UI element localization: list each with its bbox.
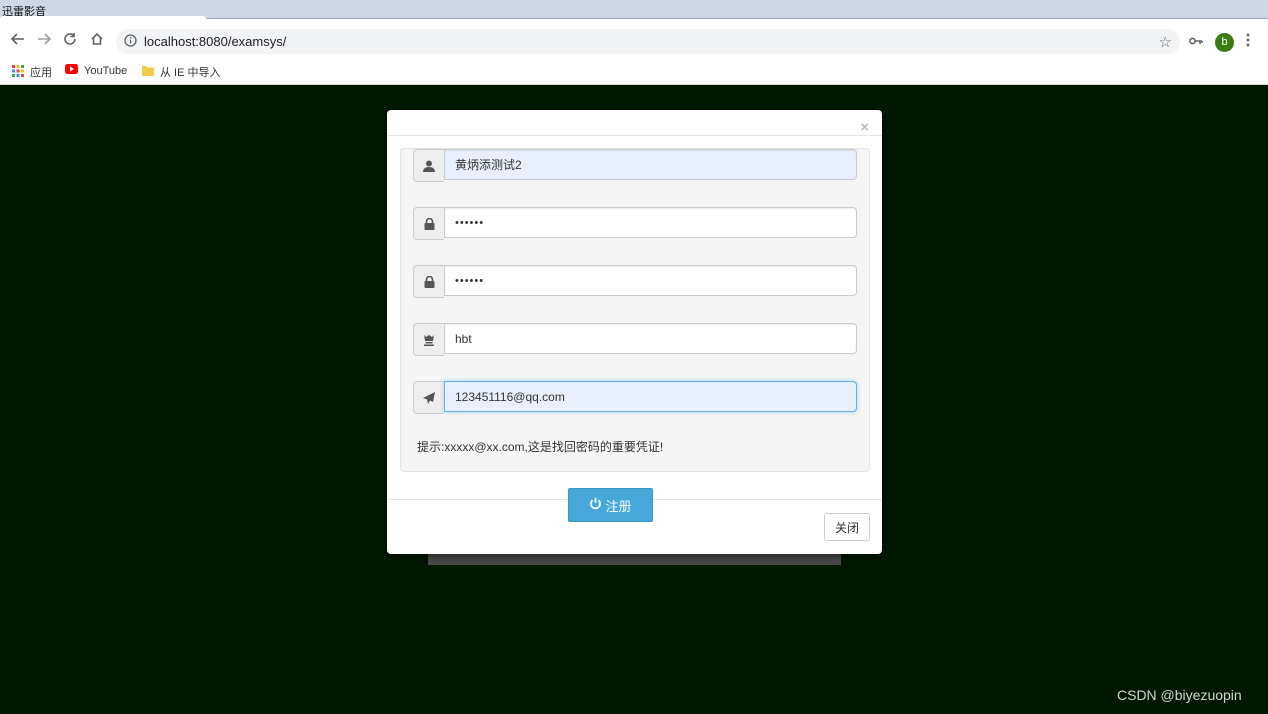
confirm-password-input[interactable]: ••••••: [444, 265, 857, 296]
home-button[interactable]: [87, 29, 107, 49]
window-titlebar: 迅雷影音: [0, 0, 1268, 21]
close-button[interactable]: 关闭: [824, 513, 870, 541]
password-group: ••••••: [413, 207, 857, 240]
underlying-panel: [428, 553, 841, 565]
site-info-icon[interactable]: [124, 34, 137, 52]
modal-header: ×: [387, 110, 882, 136]
bookmark-label: YouTube: [84, 64, 128, 77]
register-button-label: 注册: [605, 498, 632, 514]
bookmarks-bar: 应用 YouTube 从 IE 中导入: [0, 59, 1268, 85]
reload-button[interactable]: [60, 29, 80, 49]
email-group: 123451116@qq.com: [413, 381, 857, 414]
username-group: 黄炳添测试2: [413, 149, 857, 182]
modal-close-x-button[interactable]: ×: [860, 120, 869, 135]
bookmark-label: 从 IE 中导入: [160, 67, 221, 79]
password-key-icon[interactable]: [1189, 33, 1203, 51]
browser-toolbar: localhost:8080/examsys/ ☆ b: [0, 19, 1268, 59]
bookmark-label: 应用: [30, 67, 52, 79]
send-icon: [413, 381, 444, 414]
confirm-password-group: ••••••: [413, 265, 857, 298]
watermark: CSDN @biyezuopin: [1117, 687, 1242, 703]
chess-king-icon: [413, 323, 444, 356]
register-button[interactable]: 注册: [568, 488, 653, 522]
profile-avatar[interactable]: b: [1215, 33, 1234, 52]
lock-icon: [413, 207, 444, 240]
register-modal: × 黄炳添测试2 •••••• •••••• hbt 123451116@qq.…: [387, 110, 882, 554]
user-icon: [413, 149, 444, 182]
bookmark-star-icon[interactable]: ☆: [1159, 33, 1172, 51]
youtube-icon: [65, 64, 78, 77]
more-menu-icon[interactable]: [1246, 33, 1250, 52]
register-form: 黄炳添测试2 •••••• •••••• hbt 123451116@qq.co…: [400, 148, 870, 472]
bookmark-import-ie[interactable]: 从 IE 中导入: [142, 64, 221, 80]
nickname-group: hbt: [413, 323, 857, 356]
username-input[interactable]: 黄炳添测试2: [444, 149, 857, 180]
address-bar[interactable]: localhost:8080/examsys/ ☆: [116, 29, 1180, 54]
email-input[interactable]: 123451116@qq.com: [444, 381, 857, 412]
bookmark-apps[interactable]: 应用: [12, 64, 52, 80]
reload-icon: [64, 33, 76, 45]
home-icon: [91, 32, 103, 45]
lock-icon: [413, 265, 444, 298]
folder-icon: [142, 65, 154, 79]
password-input[interactable]: ••••••: [444, 207, 857, 238]
url-text[interactable]: localhost:8080/examsys/: [144, 34, 286, 49]
arrow-left-icon: [11, 33, 24, 45]
nickname-input[interactable]: hbt: [444, 323, 857, 354]
arrow-right-icon: [38, 33, 51, 45]
apps-grid-icon: [12, 64, 24, 80]
power-icon: [589, 497, 602, 513]
forward-button[interactable]: [34, 29, 54, 49]
email-hint-text: 提示:xxxxx@xx.com,这是找回密码的重要凭证!: [417, 440, 664, 454]
bookmark-youtube[interactable]: YouTube: [65, 64, 127, 77]
back-button[interactable]: [8, 29, 28, 49]
